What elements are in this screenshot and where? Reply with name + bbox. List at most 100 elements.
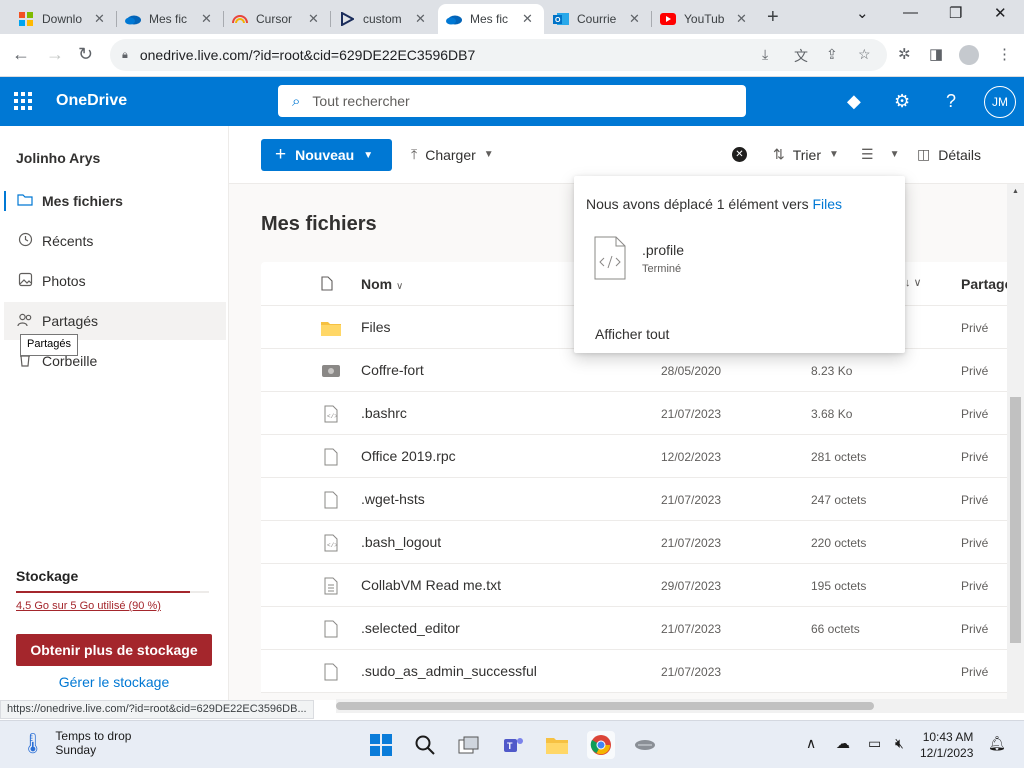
translate-icon[interactable]: 文 (794, 46, 808, 66)
task-view-icon[interactable] (455, 731, 483, 759)
weather-widget[interactable]: 🌡︎ Temps to drop Sunday (20, 729, 131, 757)
browser-tab[interactable]: Downlo ✕ (10, 4, 116, 34)
close-window-icon[interactable]: ✕ (994, 4, 1007, 22)
sort-direction-icon[interactable]: ↓ ∨ (905, 276, 922, 289)
notification-bell-icon[interactable]: 🔔︎ (988, 735, 1006, 752)
browser-tab[interactable]: Cursor ✕ (224, 4, 330, 34)
file-size: 281 octets (811, 450, 867, 464)
file-name[interactable]: .selected_editor (361, 620, 460, 636)
back-icon[interactable]: ← (12, 44, 30, 65)
reload-icon[interactable]: ↻ (78, 44, 93, 65)
close-tab-icon[interactable]: ✕ (629, 11, 640, 27)
scrollbar-thumb[interactable] (336, 702, 874, 710)
settings-gear-icon[interactable]: ⚙ (894, 91, 910, 112)
avatar[interactable]: JM (984, 86, 1016, 118)
storage-usage-link[interactable]: 4,5 Go sur 5 Go utilisé (90 %) (16, 600, 161, 612)
table-row[interactable]: .selected_editor 21/07/2023 66 octets Pr… (261, 607, 1024, 650)
address-bar[interactable]: 🔒︎ onedrive.live.com/?id=root&cid=629DE2… (110, 39, 887, 71)
file-name[interactable]: Coffre-fort (361, 362, 424, 378)
bookmark-star-icon[interactable]: ☆ (858, 46, 871, 63)
profile-icon[interactable] (959, 45, 979, 65)
file-explorer-icon[interactable] (543, 731, 571, 759)
search-icon[interactable] (411, 731, 439, 759)
notification-text: Nous avons déplacé 1 élément vers (586, 196, 813, 212)
install-app-icon[interactable]: ⤓ (762, 46, 768, 63)
close-tab-icon[interactable]: ✕ (736, 11, 747, 27)
browser-tab[interactable]: custom ✕ (331, 4, 437, 34)
scrollbar-thumb[interactable] (1010, 397, 1021, 643)
chevron-up-icon[interactable]: ∧ (806, 735, 816, 752)
file-name[interactable]: Files (361, 319, 391, 335)
mouse-icon[interactable] (631, 731, 659, 759)
table-row[interactable]: </> .bash_logout 21/07/2023 220 octets P… (261, 521, 1024, 564)
file-name[interactable]: .bash_logout (361, 534, 441, 550)
scroll-up-icon[interactable]: ▲ (1012, 188, 1019, 195)
close-tab-icon[interactable]: ✕ (522, 11, 533, 27)
file-sharing: Privé (961, 665, 989, 679)
tab-search-icon[interactable]: ⌄ (856, 4, 869, 22)
nav-item-my-files[interactable]: Mes fichiers (4, 182, 226, 220)
column-header-sharing[interactable]: Partage (961, 276, 1012, 292)
chevron-down-icon: ▼ (889, 149, 900, 160)
forward-icon[interactable]: → (46, 44, 64, 65)
file-type-icon[interactable] (321, 276, 333, 294)
table-row[interactable]: CollabVM Read me.txt 29/07/2023 195 octe… (261, 564, 1024, 607)
table-row[interactable]: Coffre-fort 28/05/2020 8.23 Ko Privé (261, 349, 1024, 392)
minimize-icon[interactable]: — (903, 4, 918, 21)
destination-folder-link[interactable]: Files (812, 196, 842, 212)
file-name[interactable]: Office 2019.rpc (361, 448, 456, 464)
sort-button[interactable]: ⇅ Trier ▼ (773, 146, 839, 163)
details-button[interactable]: ◫ Détails (917, 146, 981, 163)
search-input[interactable]: ⌕ Tout rechercher (278, 85, 746, 117)
table-row[interactable]: </> .bashrc 21/07/2023 3.68 Ko Privé (261, 392, 1024, 435)
new-button[interactable]: + Nouveau ▼ (261, 139, 392, 171)
volume-muted-icon[interactable]: 🔇︎ (895, 735, 904, 752)
clear-selection-icon[interactable]: ✕ (732, 147, 747, 162)
horizontal-scrollbar[interactable] (336, 699, 1024, 713)
code-file-icon: </> (321, 404, 341, 424)
file-name[interactable]: CollabVM Read me.txt (361, 577, 501, 593)
file-name[interactable]: .wget-hsts (361, 491, 425, 507)
nav-item-recent[interactable]: Récents (4, 222, 226, 260)
help-icon[interactable]: ? (946, 91, 956, 112)
close-tab-icon[interactable]: ✕ (94, 11, 105, 27)
file-name[interactable]: .bashrc (361, 405, 407, 421)
get-more-storage-button[interactable]: Obtenir plus de stockage (16, 634, 212, 666)
teams-icon[interactable]: T (499, 731, 527, 759)
close-tab-icon[interactable]: ✕ (308, 11, 319, 27)
browser-tab[interactable]: O Courrie ✕ (545, 4, 651, 34)
table-row[interactable]: Office 2019.rpc 12/02/2023 281 octets Pr… (261, 435, 1024, 478)
browser-tab[interactable]: YouTub ✕ (652, 4, 758, 34)
browser-tab-active[interactable]: Mes fic ✕ (438, 4, 544, 34)
upload-button[interactable]: ⤒ Charger ▼ (411, 146, 494, 163)
manage-storage-link[interactable]: Gérer le stockage (16, 674, 212, 690)
file-name[interactable]: .sudo_as_admin_successful (361, 663, 537, 679)
chevron-down-icon: ▼ (483, 149, 494, 160)
maximize-icon[interactable]: ❐ (949, 4, 962, 22)
menu-kebab-icon[interactable]: ⋮ (997, 45, 1012, 63)
onedrive-icon (125, 11, 141, 27)
table-row[interactable]: .sudo_as_admin_successful 21/07/2023 Pri… (261, 650, 1024, 693)
system-clock[interactable]: 10:43 AM 12/1/2023 (920, 729, 973, 761)
close-tab-icon[interactable]: ✕ (415, 11, 426, 27)
share-icon[interactable]: ⇪ (826, 46, 838, 63)
premium-diamond-icon[interactable]: ◆ (847, 91, 861, 112)
column-header-name[interactable]: Nom ∨ (361, 276, 403, 292)
new-tab-button[interactable]: + (767, 6, 779, 29)
app-brand[interactable]: OneDrive (56, 92, 127, 110)
vertical-scrollbar[interactable]: ▲ ▼ (1007, 184, 1024, 700)
side-panel-icon[interactable]: ◨ (929, 45, 943, 63)
network-icon[interactable]: ▭ (868, 735, 881, 752)
see-all-button[interactable]: Afficher tout (595, 326, 669, 342)
browser-tab[interactable]: Mes fic ✕ (117, 4, 223, 34)
nav-item-photos[interactable]: Photos (4, 262, 226, 300)
app-launcher-icon[interactable] (14, 92, 32, 110)
view-options-button[interactable]: ☰ ▼ (861, 146, 899, 163)
cloud-offline-icon[interactable]: ☁ (836, 735, 850, 752)
table-row[interactable]: .wget-hsts 21/07/2023 247 octets Privé (261, 478, 1024, 521)
chrome-icon[interactable] (587, 731, 615, 759)
moved-item-name[interactable]: .profile (642, 242, 684, 258)
start-windows-icon[interactable] (367, 731, 395, 759)
extensions-icon[interactable]: ✲ (898, 45, 911, 63)
close-tab-icon[interactable]: ✕ (201, 11, 212, 27)
